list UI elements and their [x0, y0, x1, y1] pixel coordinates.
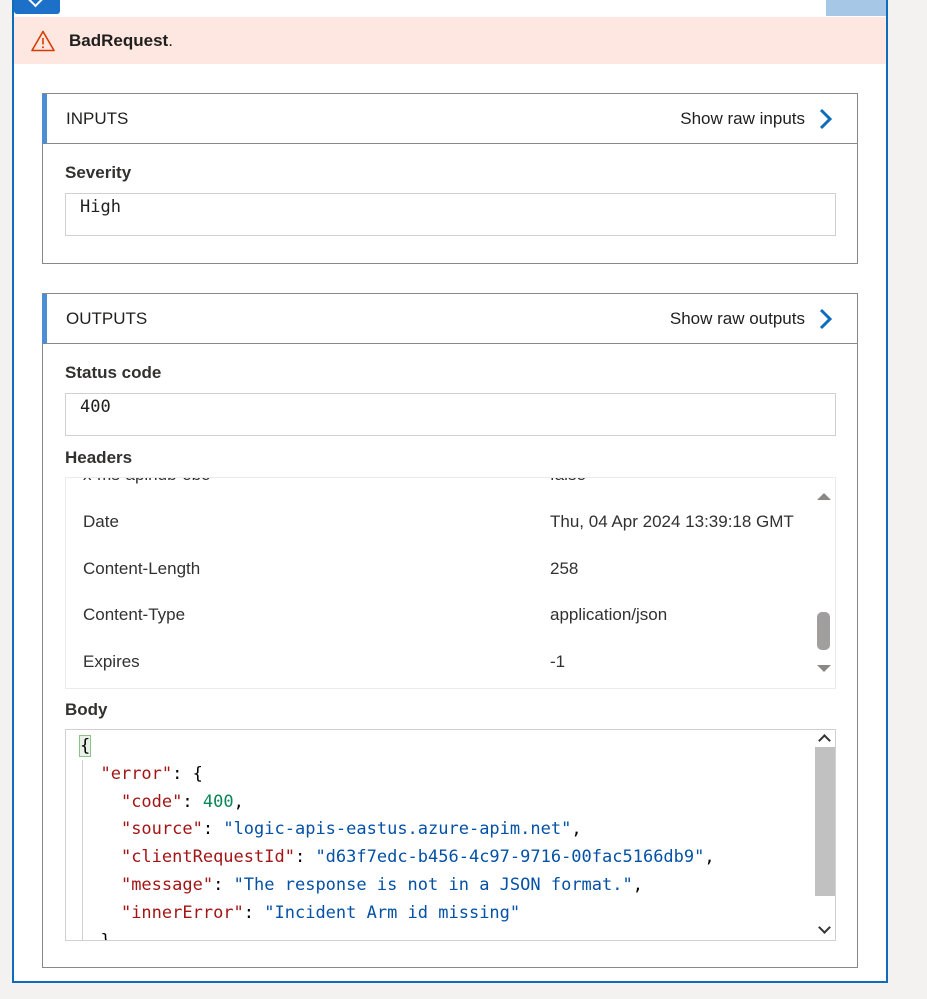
scroll-down-arrow-icon[interactable] [817, 665, 831, 672]
warning-triangle-icon [31, 30, 55, 51]
table-row: Content-Type application/json [66, 605, 816, 625]
show-raw-outputs-link[interactable]: Show raw outputs [670, 294, 833, 344]
header-value: Thu, 04 Apr 2024 13:39:18 GMT [550, 512, 794, 531]
json-key: "source" [120, 819, 203, 840]
chevron-down-icon[interactable] [818, 921, 831, 934]
json-key: "code" [120, 791, 183, 812]
json-body: { "error": { "code": 400, "source": "log… [78, 733, 715, 941]
show-raw-outputs-label: Show raw outputs [669, 309, 805, 328]
show-raw-inputs-label: Show raw inputs [680, 109, 805, 128]
json-string: "Incident Arm id missing" [264, 902, 521, 923]
body-label: Body [65, 700, 108, 719]
headers-label: Headers [65, 448, 133, 467]
json-brace: { [78, 735, 92, 757]
header-name: x-ms-apihub-obo [83, 478, 211, 485]
body-scrollbar-thumb[interactable] [815, 747, 835, 896]
json-number: 400 [202, 791, 234, 812]
inputs-title: INPUTS [66, 108, 129, 128]
headers-table[interactable]: x-ms-apihub-obo false Date Thu, 04 Apr 2… [65, 477, 836, 689]
json-string: "The response is not in a JSON format." [233, 874, 633, 895]
json-punct: : { [172, 763, 203, 784]
severity-value: High [65, 193, 836, 236]
outputs-section: OUTPUTS Show raw outputs Status code 400… [42, 293, 858, 968]
header-value: -1 [550, 652, 566, 671]
json-key: "innerError" [120, 902, 244, 923]
table-row: Content-Length 258 [66, 559, 816, 579]
status-code-value: 400 [65, 393, 836, 436]
header-name: Date [83, 512, 119, 531]
headers-scrollbar-thumb[interactable] [817, 612, 830, 650]
error-title-suffix: . [168, 30, 173, 50]
error-banner: BadRequest. [14, 17, 886, 64]
body-code-viewer[interactable]: { "error": { "code": 400, "source": "log… [65, 729, 836, 941]
json-key: "clientRequestId" [120, 847, 295, 868]
header-name: Expires [83, 652, 140, 671]
header-name: Content-Length [83, 559, 201, 578]
error-title: BadRequest [69, 30, 169, 50]
outputs-title: OUTPUTS [66, 308, 148, 328]
body-scrollbar[interactable] [815, 730, 835, 940]
inputs-section: INPUTS Show raw inputs Severity High [42, 93, 858, 264]
json-string: "d63f7edc-b456-4c97-9716-00fac5166db9" [315, 847, 705, 868]
header-value: 258 [550, 559, 579, 578]
table-row: Expires -1 [66, 652, 816, 672]
show-raw-inputs-link[interactable]: Show raw inputs [680, 94, 833, 144]
collapse-tab[interactable] [14, 0, 60, 14]
chevron-down-icon [27, 0, 44, 8]
header-value: application/json [550, 605, 668, 624]
json-brace: } [100, 930, 111, 941]
scroll-up-arrow-icon[interactable] [817, 493, 831, 500]
chevron-right-icon [819, 108, 833, 130]
table-row: x-ms-apihub-obo false [66, 478, 816, 485]
json-key: "message" [120, 874, 214, 895]
json-key: "error" [100, 763, 173, 784]
top-strip-right [826, 0, 886, 16]
table-row: Date Thu, 04 Apr 2024 13:39:18 GMT [66, 512, 816, 532]
json-string: "logic-apis-eastus.azure-apim.net" [223, 819, 572, 840]
header-value: false [550, 478, 586, 485]
header-name: Content-Type [83, 605, 186, 624]
inputs-header: INPUTS Show raw inputs [42, 94, 857, 144]
severity-label: Severity [65, 163, 132, 182]
outputs-header: OUTPUTS Show raw outputs [42, 294, 857, 344]
chevron-up-icon[interactable] [818, 734, 831, 747]
chevron-right-icon [819, 308, 833, 330]
status-code-label: Status code [65, 363, 162, 382]
